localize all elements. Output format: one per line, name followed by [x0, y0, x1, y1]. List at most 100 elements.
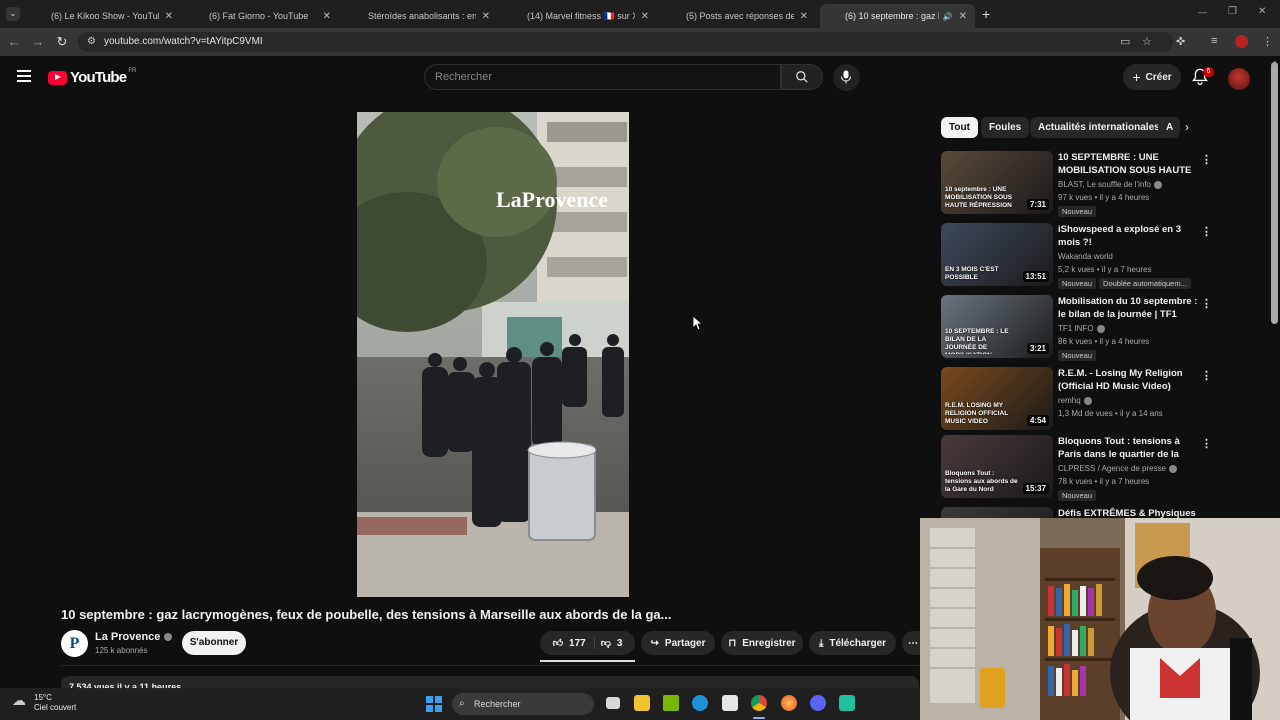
close-tab-icon[interactable]: ✕ — [323, 11, 331, 22]
save-button[interactable]: ⊓ Enregistrer — [721, 631, 803, 655]
bookmark-icon: ⊓ — [728, 637, 737, 649]
recommendation-channel[interactable]: remhq — [1058, 396, 1092, 405]
recommendation-card[interactable]: EN 3 MOIS C'EST POSSIBLE 13:51 iShowspee… — [941, 223, 1213, 289]
search-button[interactable] — [781, 64, 823, 90]
account-avatar[interactable] — [1228, 68, 1250, 90]
task-view-icon[interactable] — [606, 697, 620, 709]
browser-tab[interactable]: (6) Fat Giorno - YouTube ✕ — [184, 4, 339, 28]
youtube-header: YouTube FR Rechercher + Créer — [0, 56, 1280, 100]
browser-tab[interactable]: (14) Marvel fitness 🇫🇷 sur X : "✕ — [502, 4, 657, 28]
close-tab-icon[interactable]: ✕ — [800, 11, 808, 22]
chip-foules[interactable]: Foules — [981, 117, 1030, 138]
close-tab-icon[interactable]: ✕ — [641, 11, 649, 22]
discord-icon[interactable] — [810, 695, 826, 711]
browser-tab[interactable]: (5) Posts avec réponses de Cha✕ — [661, 4, 816, 28]
install-app-icon[interactable]: ▭ — [1120, 35, 1130, 48]
thumbnail-caption: Bloquons Tout : tensions aux abords de l… — [945, 470, 1018, 493]
menu-hamburger-icon[interactable] — [17, 70, 31, 82]
recommendation-thumbnail[interactable]: 10 SEPTEMBRE : LE BILAN DE LA JOURNÉE DE… — [941, 295, 1053, 358]
recommendation-title[interactable]: Mobilisation du 10 septembre : le bilan … — [1058, 295, 1198, 322]
nvidia-icon[interactable] — [663, 695, 679, 711]
thumbs-up-icon: 👍︎ — [552, 638, 564, 649]
download-button[interactable]: ⤓ Télécharger — [809, 631, 896, 655]
search-input[interactable]: Rechercher — [424, 64, 781, 90]
chrome-browser-icon[interactable] — [751, 695, 767, 711]
page-scrollbar[interactable] — [1271, 62, 1278, 324]
recommendation-card[interactable]: 10 septembre : UNE MOBILISATION SOUS HAU… — [941, 151, 1213, 217]
microsoft-store-icon[interactable] — [722, 695, 738, 711]
recommendation-channel[interactable]: TF1 INFO — [1058, 324, 1105, 333]
file-explorer-icon[interactable] — [634, 695, 650, 711]
address-bar[interactable]: ⚙ youtube.com/watch?v=tAYitpC9VMI — [78, 32, 1173, 52]
more-options-icon[interactable]: ⋮ — [1201, 437, 1212, 450]
recommendation-thumbnail[interactable]: R.E.M. LOSING MY RELIGION OFFICIAL MUSIC… — [941, 367, 1053, 430]
new-tab-button[interactable]: + — [982, 6, 990, 22]
x-favicon-icon — [669, 12, 680, 21]
browser-tab-active[interactable]: (6) 10 septembre : gaz lacry🔊✕ — [820, 4, 975, 28]
browser-tab[interactable]: Stéroïdes anabolisants : enquê✕ — [343, 4, 498, 28]
recommendation-channel[interactable]: BLAST, Le souffle de l'info — [1058, 180, 1162, 189]
more-options-icon[interactable]: ⋮ — [1201, 369, 1212, 382]
edge-browser-icon[interactable] — [692, 695, 708, 711]
subscribe-button[interactable]: S'abonner — [182, 631, 246, 655]
tab-search-icon[interactable]: ⌄ — [6, 7, 20, 21]
more-options-icon[interactable]: ⋮ — [1201, 297, 1212, 310]
recommendation-title[interactable]: R.E.M. - Losing My Religion (Official HD… — [1058, 367, 1198, 393]
bookmark-star-icon[interactable]: ☆ — [1142, 35, 1152, 48]
microphone-icon — [841, 70, 851, 84]
share-button[interactable]: ↪ Partager — [641, 631, 715, 655]
site-info-icon[interactable]: ⚙ — [87, 32, 96, 52]
recommendation-thumbnail[interactable]: 10 septembre : UNE MOBILISATION SOUS HAU… — [941, 151, 1053, 214]
recommendation-meta: 86 k vues • il y a 4 heures — [1058, 337, 1150, 346]
close-tab-icon[interactable]: ✕ — [165, 11, 173, 22]
recommendation-channel[interactable]: Wakanda world — [1058, 252, 1113, 261]
close-window-button[interactable]: ✕ — [1258, 6, 1266, 17]
youtube-logo[interactable]: YouTube FR — [48, 68, 136, 86]
verified-check-icon — [1083, 396, 1092, 405]
close-tab-icon[interactable]: ✕ — [482, 11, 490, 22]
reading-list-icon[interactable]: ≡ — [1211, 35, 1217, 47]
close-tab-icon[interactable]: ✕ — [959, 11, 967, 22]
reload-icon[interactable]: ↻ — [54, 34, 70, 50]
back-arrow-icon[interactable]: ← — [6, 34, 22, 49]
more-options-icon[interactable]: ⋮ — [1201, 225, 1212, 238]
recommendation-title[interactable]: 10 SEPTEMBRE : UNE MOBILISATION SOUS HAU… — [1058, 151, 1198, 178]
chip-actualites-internationales[interactable]: Actualités internationales — [1030, 117, 1168, 138]
chip-more[interactable]: A — [1158, 117, 1180, 138]
like-button[interactable]: 👍︎ 177 — [553, 637, 595, 649]
recommendation-channel[interactable]: CLPRESS / Agence de presse — [1058, 464, 1178, 473]
recommendation-thumbnail[interactable]: EN 3 MOIS C'EST POSSIBLE 13:51 — [941, 223, 1053, 286]
recommendation-card[interactable]: R.E.M. LOSING MY RELIGION OFFICIAL MUSIC… — [941, 367, 1213, 433]
chevron-right-icon[interactable]: › — [1185, 120, 1189, 134]
create-button[interactable]: + Créer — [1123, 64, 1181, 90]
audio-playing-icon[interactable]: 🔊 — [943, 12, 953, 21]
webcam-overlay — [920, 518, 1280, 720]
browser-tab[interactable]: (6) Le Kikoo Show - YouTube ✕ — [26, 4, 181, 28]
start-windows-icon[interactable] — [426, 696, 442, 712]
recommendation-meta: 78 k vues • il y a 7 heures — [1058, 477, 1150, 486]
recommendation-card[interactable]: 10 SEPTEMBRE : LE BILAN DE LA JOURNÉE DE… — [941, 295, 1213, 361]
recommendation-title[interactable]: iShowspeed a explosé en 3 mois ?! — [1058, 223, 1198, 249]
chip-tout[interactable]: Tout — [941, 117, 978, 138]
recommendation-thumbnail[interactable]: Bloquons Tout : tensions aux abords de l… — [941, 435, 1053, 498]
verified-check-icon — [1096, 324, 1105, 333]
dislike-button[interactable]: 👎︎ 3 — [601, 637, 623, 650]
recommendation-badges: Nouveau — [1058, 490, 1097, 501]
browser-tab-bar: ⌄ (6) Le Kikoo Show - YouTube ✕ (6) Fat G… — [0, 0, 1280, 28]
extensions-icon[interactable]: ✜ — [1176, 35, 1185, 48]
video-player[interactable]: LaProvence — [357, 112, 629, 597]
channel-name[interactable]: La Provence — [95, 631, 173, 643]
chat-app-icon[interactable] — [839, 695, 855, 711]
taskbar-search[interactable]: ⌕ Rechercher — [452, 693, 594, 715]
recommendation-card[interactable]: Bloquons Tout : tensions aux abords de l… — [941, 435, 1213, 501]
minimize-window-button[interactable]: — — [1198, 7, 1207, 17]
more-options-icon[interactable]: ⋮ — [1201, 153, 1212, 166]
restore-window-button[interactable]: ❐ — [1228, 6, 1237, 17]
firefox-browser-icon[interactable] — [781, 695, 797, 711]
profile-avatar-icon[interactable] — [1235, 35, 1248, 48]
forward-arrow-icon[interactable]: → — [30, 34, 46, 49]
browser-menu-icon[interactable]: ⋮ — [1262, 35, 1273, 48]
channel-avatar[interactable]: P — [61, 630, 88, 657]
recommendation-title[interactable]: Bloquons Tout : tensions à Paris dans le… — [1058, 435, 1198, 462]
voice-search-button[interactable] — [833, 64, 860, 91]
